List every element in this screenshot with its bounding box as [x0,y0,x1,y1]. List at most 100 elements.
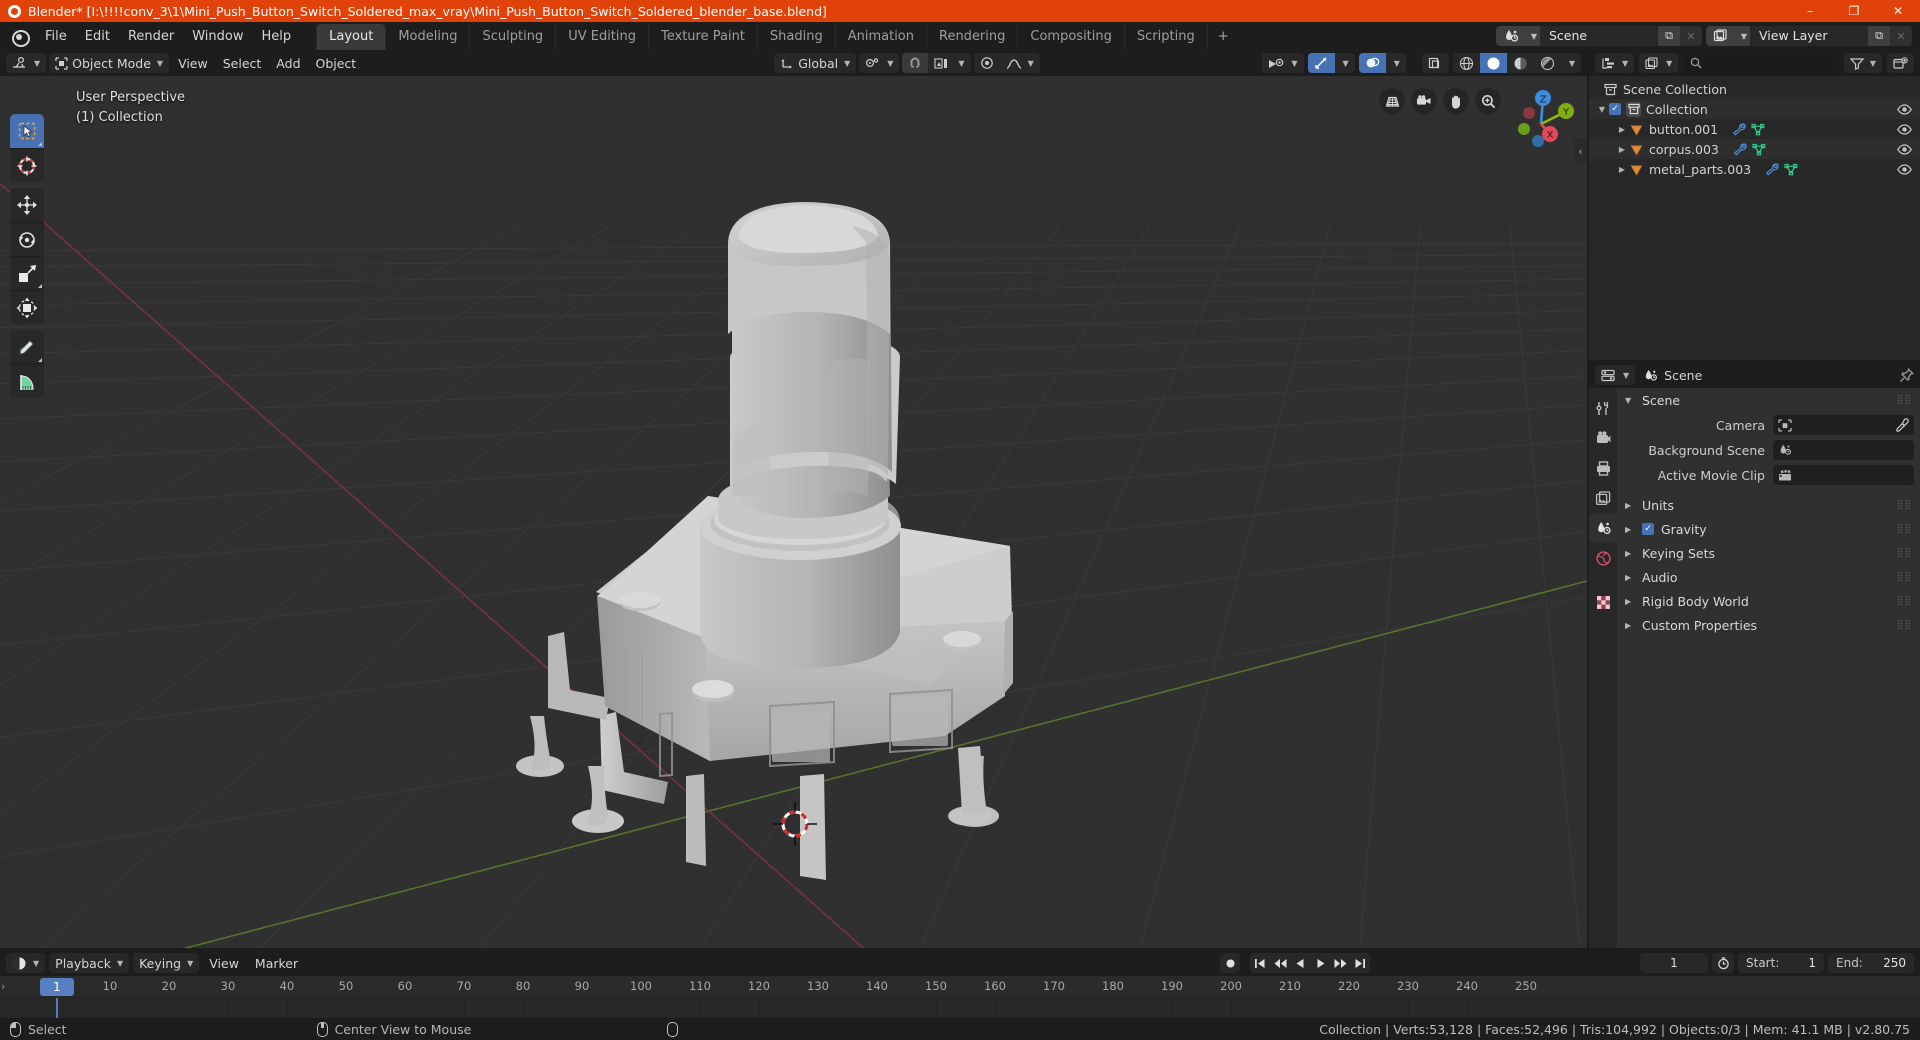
next-keyframe-icon[interactable] [1330,953,1350,973]
panel-disclosure-icon[interactable]: ▶ [1625,549,1635,558]
close-button[interactable]: ✕ [1876,0,1920,22]
mesh-data-icon[interactable] [1752,143,1766,156]
tab-layout[interactable]: Layout [316,24,386,50]
wrench-icon[interactable] [1732,122,1746,136]
viewport-canvas[interactable]: User Perspective (1) Collection Z Y X ‹ [0,76,1587,948]
outliner-display-mode-dropdown[interactable]: ▼ [1639,53,1679,73]
view-layer-selector[interactable]: ▼ View Layer ⧉ ✕ [1706,26,1912,46]
minimize-button[interactable]: – [1788,0,1832,22]
navigation-gizmo[interactable]: Z Y X [1503,84,1579,160]
move-tool[interactable] [10,188,44,222]
pivot-point-dropdown[interactable]: ▼ [859,53,900,73]
shading-modes-group[interactable]: ▼ [1452,53,1581,73]
frame-start-field[interactable]: Start: 1 [1738,953,1824,973]
panel-disclosure-icon[interactable]: ▼ [1625,396,1635,405]
new-collection-icon[interactable] [1887,53,1914,73]
wrench-icon[interactable] [1733,142,1747,156]
camera-field[interactable] [1773,415,1914,435]
menu-help[interactable]: Help [253,26,301,47]
menu-render[interactable]: Render [119,26,183,47]
maximize-button[interactable]: ❐ [1832,0,1876,22]
visibility-eye-icon[interactable] [1897,143,1912,155]
panel-rigid-body-world[interactable]: ▶ Rigid Body World ⣿⣿ [1617,589,1920,613]
field-camera[interactable]: Camera [1623,413,1914,437]
scene-name-field[interactable]: Scene [1540,26,1658,46]
snap-magnet-toggle[interactable] [902,53,929,73]
outliner-row-scene-collection[interactable]: Scene Collection [1589,79,1920,99]
shading-rendered-button[interactable] [1533,53,1561,73]
disclosure-triangle-icon[interactable]: ▼ [1595,105,1609,114]
disclosure-triangle-icon[interactable]: ▶ [1615,145,1629,154]
window-controls[interactable]: – ❐ ✕ [1788,0,1920,22]
show-gizmo-toggle[interactable] [1307,53,1335,73]
panel-grip-icon[interactable]: ⣿⣿ [1897,620,1912,630]
tab-scripting[interactable]: Scripting [1123,24,1207,50]
tab-sculpting[interactable]: Sculpting [469,24,555,50]
auto-key-icon[interactable] [1712,953,1734,973]
jump-start-icon[interactable] [1250,953,1270,973]
view-layer-tab[interactable] [1589,484,1617,512]
panel-custom-properties[interactable]: ▶ Custom Properties ⣿⣿ [1617,613,1920,637]
menu-file[interactable]: File [36,26,76,47]
current-frame-field[interactable]: 1 [1640,953,1708,973]
panel-grip-icon[interactable]: ⣿⣿ [1897,524,1912,534]
active-movie-clip-field[interactable] [1773,465,1914,485]
timeline-ruler[interactable]: 1 10 20 30 40 50 60 70 80 90 100 110 120… [0,976,1920,998]
view-layer-name-field[interactable]: View Layer [1750,26,1868,46]
outliner-row-metal-parts003[interactable]: ▶ metal_parts.003 [1589,159,1920,179]
timeline-menu-marker[interactable]: Marker [249,953,304,973]
prev-keyframe-icon[interactable] [1270,953,1290,973]
disclosure-triangle-icon[interactable]: ▶ [1615,125,1629,134]
shading-solid-button[interactable] [1479,53,1507,73]
timeline-channel-toggle-icon[interactable]: › [1,980,5,993]
panel-grip-icon[interactable]: ⣿⣿ [1897,395,1912,405]
transform-orientation-dropdown[interactable]: Global ▼ [774,53,857,73]
scene-dropdown-chevron-icon[interactable]: ▼ [1526,26,1540,46]
rotate-tool[interactable] [10,222,44,256]
hand-pan-icon[interactable] [1443,88,1469,114]
outliner-editor-type-button[interactable]: ▼ [1595,53,1635,73]
viewport-menu-view[interactable]: View [172,53,214,73]
timeline-track[interactable] [0,998,1920,1018]
shading-dropdown[interactable]: ▼ [1560,53,1581,73]
wrench-icon[interactable] [1765,162,1780,176]
panel-disclosure-icon[interactable]: ▶ [1625,501,1635,510]
object-visibility-icon[interactable]: ▼ [1262,53,1304,73]
mesh-data-icon[interactable] [1751,123,1765,136]
overlays-group[interactable]: ▼ [1358,53,1406,73]
collection-checkbox[interactable]: ✓ [1609,103,1621,115]
scene-new-button[interactable]: ⧉ [1658,26,1680,46]
snapping-group[interactable]: ▼ [902,53,971,73]
outliner-search-input[interactable] [1683,53,1839,73]
scene-selector[interactable]: ▼ Scene ⧉ ✕ [1496,26,1702,46]
scale-tool[interactable] [10,256,44,290]
show-overlays-toggle[interactable] [1358,53,1386,73]
jump-end-icon[interactable] [1350,953,1370,973]
timeline-menu-playback[interactable]: Playback ▼ [49,953,130,973]
tab-rendering[interactable]: Rendering [926,24,1017,50]
tweak-select-tool[interactable] [10,114,44,148]
render-tab[interactable] [1589,424,1617,452]
scene-tab[interactable] [1589,514,1617,542]
panel-disclosure-icon[interactable]: ▶ [1625,597,1635,606]
panel-keying-sets[interactable]: ▶ Keying Sets ⣿⣿ [1617,541,1920,565]
add-workspace-button[interactable]: + [1206,24,1239,50]
eyedropper-icon[interactable] [1895,418,1909,432]
panel-scene[interactable]: ▼ Scene ⣿⣿ [1617,388,1920,412]
menu-edit[interactable]: Edit [76,26,119,47]
viewport-menu-select[interactable]: Select [217,53,268,73]
play-reverse-icon[interactable] [1290,953,1310,973]
view-layer-dropdown-chevron-icon[interactable]: ▼ [1736,26,1750,46]
proportional-falloff-dropdown[interactable]: ▼ [999,53,1040,73]
tab-texture-paint[interactable]: Texture Paint [648,24,757,50]
snap-target-dropdown[interactable]: ▼ [928,53,971,73]
record-icon[interactable] [1220,953,1240,973]
timeline-menu-keying[interactable]: Keying ▼ [133,953,200,973]
gizmo-group[interactable]: ▼ [1307,53,1355,73]
toggle-orthographic-icon[interactable] [1379,88,1405,114]
tab-compositing[interactable]: Compositing [1017,24,1124,50]
output-tab[interactable] [1589,454,1617,482]
panel-grip-icon[interactable]: ⣿⣿ [1897,500,1912,510]
cursor-tool[interactable] [10,148,44,182]
xray-toggle[interactable] [1421,53,1449,73]
